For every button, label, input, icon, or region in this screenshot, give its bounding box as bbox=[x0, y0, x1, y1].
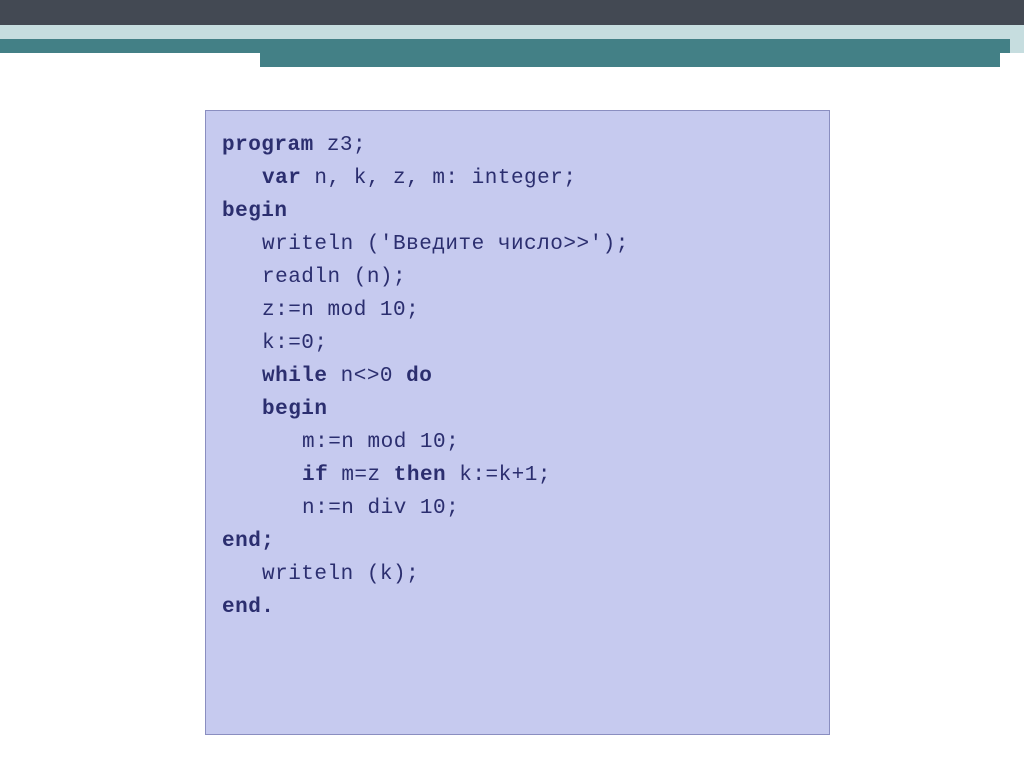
keyword-begin: begin bbox=[222, 200, 288, 223]
keyword-while: while bbox=[262, 365, 328, 388]
decor-band-light bbox=[0, 25, 1024, 39]
code-line: begin bbox=[222, 393, 813, 426]
code-line: n:=n div 10; bbox=[222, 492, 813, 525]
keyword-program: program bbox=[222, 134, 314, 157]
code-text: writeln ('Введите число>>'); bbox=[262, 233, 629, 256]
keyword-do: do bbox=[406, 365, 432, 388]
code-text: z3; bbox=[314, 134, 366, 157]
code-text: writeln (k); bbox=[262, 563, 419, 586]
decor-band-light-2 bbox=[1010, 39, 1024, 53]
code-line: writeln ('Введите число>>'); bbox=[222, 228, 813, 261]
code-line: if m=z then k:=k+1; bbox=[222, 459, 813, 492]
title-bar bbox=[0, 0, 1024, 25]
code-text: n<>0 bbox=[328, 365, 407, 388]
keyword-end-inner: end; bbox=[222, 530, 274, 553]
code-block: program z3; var n, k, z, m: integer; beg… bbox=[205, 110, 830, 735]
code-line: program z3; bbox=[222, 129, 813, 162]
keyword-end: end. bbox=[222, 596, 274, 619]
keyword-if: if bbox=[302, 464, 328, 487]
keyword-then: then bbox=[394, 464, 446, 487]
code-text: m=z bbox=[328, 464, 394, 487]
code-line: begin bbox=[222, 195, 813, 228]
code-line: var n, k, z, m: integer; bbox=[222, 162, 813, 195]
code-line: m:=n mod 10; bbox=[222, 426, 813, 459]
code-text: m:=n mod 10; bbox=[302, 431, 459, 454]
code-text: k:=0; bbox=[262, 332, 328, 355]
decor-band-dark-1 bbox=[0, 39, 1010, 53]
code-text: n:=n div 10; bbox=[302, 497, 459, 520]
code-line: writeln (k); bbox=[222, 558, 813, 591]
code-text: n, k, z, m: integer; bbox=[301, 167, 576, 190]
code-text: k:=k+1; bbox=[446, 464, 551, 487]
code-line: k:=0; bbox=[222, 327, 813, 360]
keyword-begin-inner: begin bbox=[262, 398, 328, 421]
code-line: while n<>0 do bbox=[222, 360, 813, 393]
code-text: z:=n mod 10; bbox=[262, 299, 419, 322]
code-text: readln (n); bbox=[262, 266, 406, 289]
code-line: readln (n); bbox=[222, 261, 813, 294]
code-line: z:=n mod 10; bbox=[222, 294, 813, 327]
keyword-var: var bbox=[262, 167, 301, 190]
code-line: end; bbox=[222, 525, 813, 558]
decor-band-dark-2 bbox=[260, 53, 1000, 67]
code-line: end. bbox=[222, 591, 813, 624]
